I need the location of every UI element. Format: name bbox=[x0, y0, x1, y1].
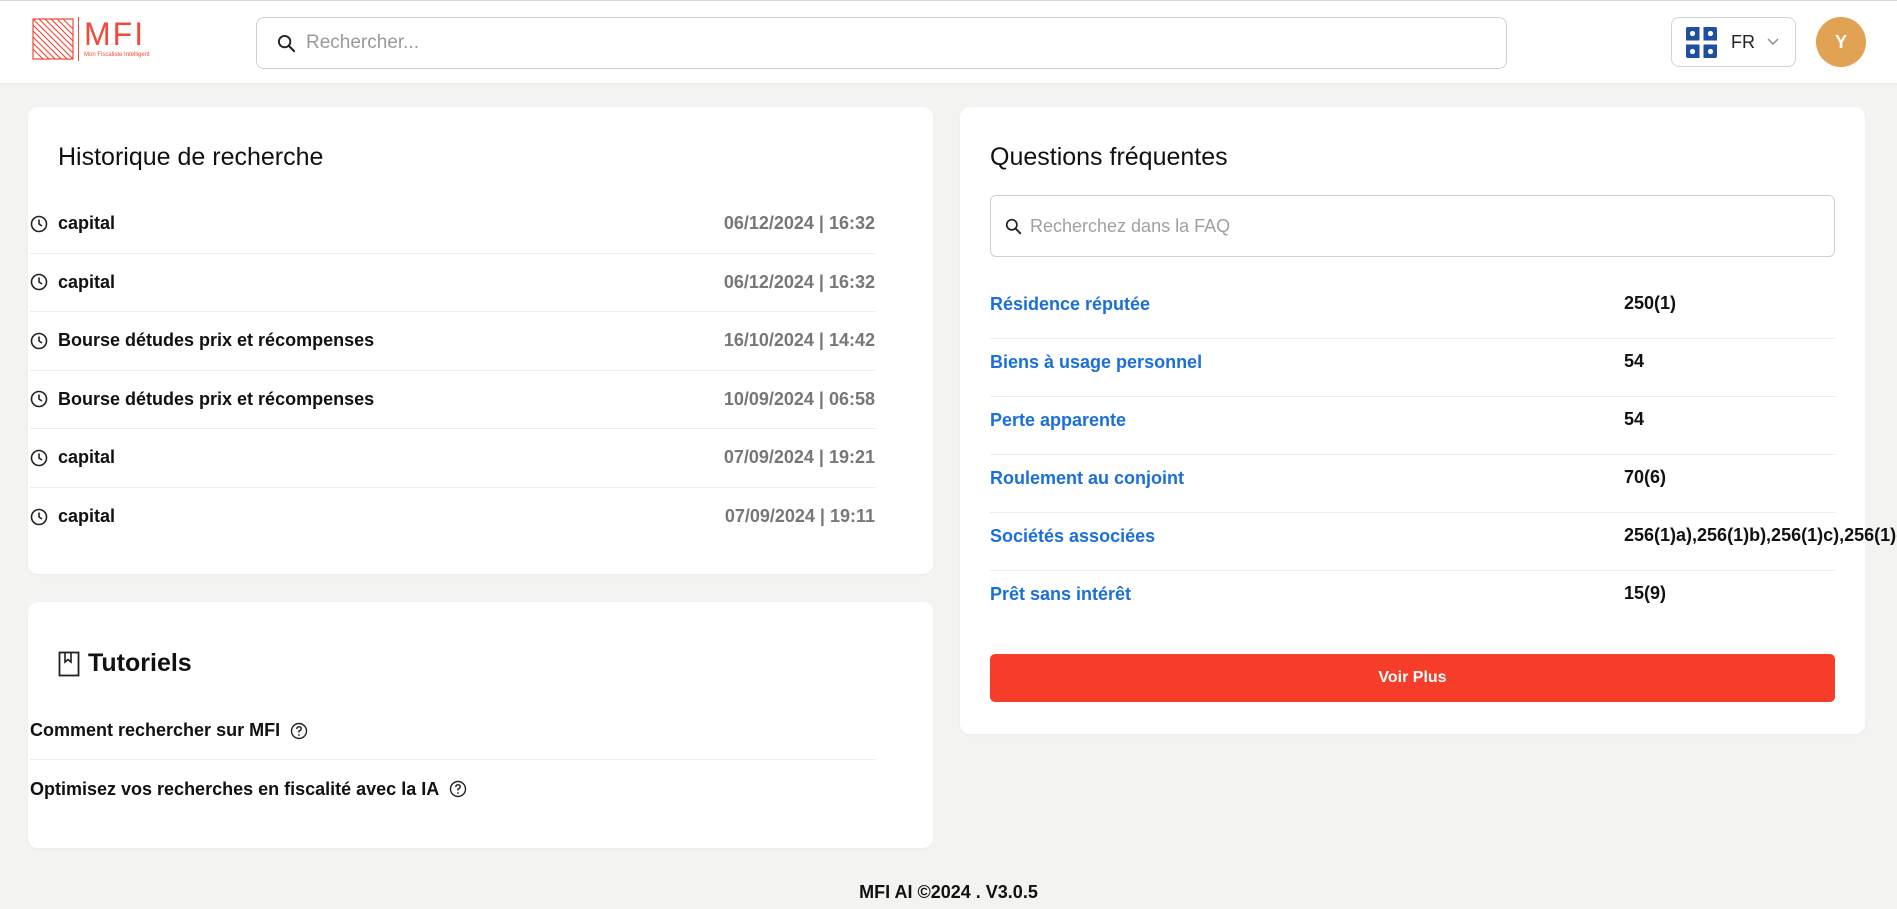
history-row[interactable]: capital 06/12/2024 | 16:32 bbox=[30, 254, 875, 312]
clock-icon bbox=[30, 215, 48, 233]
faq-question-link[interactable]: Prêt sans intérêt bbox=[990, 582, 1624, 617]
history-term: capital bbox=[58, 271, 116, 292]
tutorial-item[interactable]: Comment rechercher sur MFI bbox=[30, 702, 875, 760]
history-term: capital bbox=[58, 506, 116, 527]
history-row[interactable]: capital 06/12/2024 | 16:32 bbox=[30, 195, 875, 254]
faq-card: Questions fréquentes Résidence réputée 2… bbox=[960, 107, 1897, 734]
faq-row: Perte apparente 54 bbox=[990, 397, 1835, 455]
book-icon bbox=[58, 651, 80, 676]
search-history-title: Historique de recherche bbox=[58, 143, 324, 171]
see-more-button[interactable]: Voir Plus bbox=[990, 654, 1835, 702]
faq-answer: 54 bbox=[1624, 409, 1645, 429]
user-avatar[interactable]: Y bbox=[1816, 17, 1866, 67]
faq-answer: 250(1) bbox=[1624, 293, 1677, 313]
history-term: Bourse détudes prix et récompenses bbox=[58, 330, 375, 351]
footer-version: MFI AI ©2024 . V3.0.5 bbox=[859, 882, 1038, 902]
clock-icon bbox=[30, 508, 48, 526]
mfi-logo[interactable]: MFI Mon Fiscaliste Intelligent bbox=[31, 17, 171, 63]
tutorials-title: Tutoriels bbox=[88, 649, 192, 677]
logo-tagline: Mon Fiscaliste Intelligent bbox=[84, 52, 150, 58]
clock-icon bbox=[30, 390, 48, 408]
history-term: Bourse détudes prix et récompenses bbox=[58, 388, 375, 409]
faq-row: Prêt sans intérêt 15(9) bbox=[990, 571, 1835, 629]
faq-question-link[interactable]: Perte apparente bbox=[990, 408, 1624, 442]
tutorial-label: Optimisez vos recherches en fiscalité av… bbox=[30, 778, 440, 799]
faq-list: Résidence réputée 250(1) Biens à usage p… bbox=[990, 281, 1897, 629]
history-timestamp: 06/12/2024 | 16:32 bbox=[723, 271, 875, 292]
history-row[interactable]: capital 07/09/2024 | 19:11 bbox=[30, 488, 875, 547]
search-history-list: capital 06/12/2024 | 16:32 capital 06/12… bbox=[30, 195, 875, 546]
faq-row: Biens à usage personnel 54 bbox=[990, 339, 1835, 397]
faq-row: Roulement au conjoint 70(6) bbox=[990, 455, 1835, 513]
faq-row: Résidence réputée 250(1) bbox=[990, 281, 1835, 339]
help-circle-icon[interactable] bbox=[290, 722, 308, 740]
search-input[interactable] bbox=[306, 32, 1406, 54]
history-row[interactable]: Bourse détudes prix et récompenses 10/09… bbox=[30, 371, 875, 429]
language-code: FR bbox=[1731, 31, 1755, 52]
faq-question-link[interactable]: Biens à usage personnel bbox=[990, 350, 1624, 384]
help-circle-icon[interactable] bbox=[449, 780, 467, 798]
tutorial-label: Comment rechercher sur MFI bbox=[30, 720, 281, 740]
faq-row: Sociétés associées 256(1)a),256(1)b),256… bbox=[990, 513, 1897, 571]
search-icon bbox=[1005, 218, 1022, 234]
logo-wordmark: MFI bbox=[84, 16, 146, 52]
history-timestamp: 07/09/2024 | 19:11 bbox=[724, 506, 875, 527]
faq-question-link[interactable]: Roulement au conjoint bbox=[990, 466, 1624, 500]
history-timestamp: 07/09/2024 | 19:21 bbox=[723, 447, 875, 468]
faq-answer: 15(9) bbox=[1624, 583, 1667, 603]
history-row[interactable]: Bourse détudes prix et récompenses 16/10… bbox=[30, 312, 875, 371]
quebec-flag-icon bbox=[1686, 26, 1717, 58]
clock-icon bbox=[30, 332, 48, 350]
history-term: capital bbox=[58, 213, 116, 234]
faq-search[interactable] bbox=[990, 195, 1835, 257]
history-timestamp: 10/09/2024 | 06:58 bbox=[723, 388, 875, 409]
top-bar: MFI Mon Fiscaliste Intelligent FR Y bbox=[0, 0, 1897, 83]
faq-question-link[interactable]: Résidence réputée bbox=[990, 292, 1624, 326]
logo-mark-icon bbox=[32, 18, 74, 60]
chevron-down-icon bbox=[1767, 38, 1779, 45]
global-search[interactable] bbox=[256, 17, 1507, 69]
faq-search-input[interactable] bbox=[1030, 215, 1810, 237]
faq-title: Questions fréquentes bbox=[990, 143, 1228, 171]
history-row[interactable]: capital 07/09/2024 | 19:21 bbox=[30, 429, 875, 488]
faq-answer: 256(1)a),256(1)b),256(1)c),256(1)d),256(… bbox=[1624, 525, 1897, 545]
language-selector[interactable]: FR bbox=[1671, 17, 1796, 67]
history-timestamp: 16/10/2024 | 14:42 bbox=[723, 330, 875, 351]
search-icon bbox=[277, 34, 296, 52]
clock-icon bbox=[30, 273, 48, 291]
faq-answer: 70(6) bbox=[1624, 467, 1667, 487]
faq-answer: 54 bbox=[1624, 351, 1645, 371]
tutorials-list: Comment rechercher sur MFI Optimisez vos… bbox=[30, 702, 875, 818]
logo-divider bbox=[78, 17, 79, 61]
history-timestamp: 06/12/2024 | 16:32 bbox=[723, 213, 875, 234]
clock-icon bbox=[30, 449, 48, 467]
tutorial-item[interactable]: Optimisez vos recherches en fiscalité av… bbox=[30, 760, 875, 818]
faq-question-link[interactable]: Sociétés associées bbox=[990, 524, 1624, 558]
history-term: capital bbox=[58, 447, 116, 468]
